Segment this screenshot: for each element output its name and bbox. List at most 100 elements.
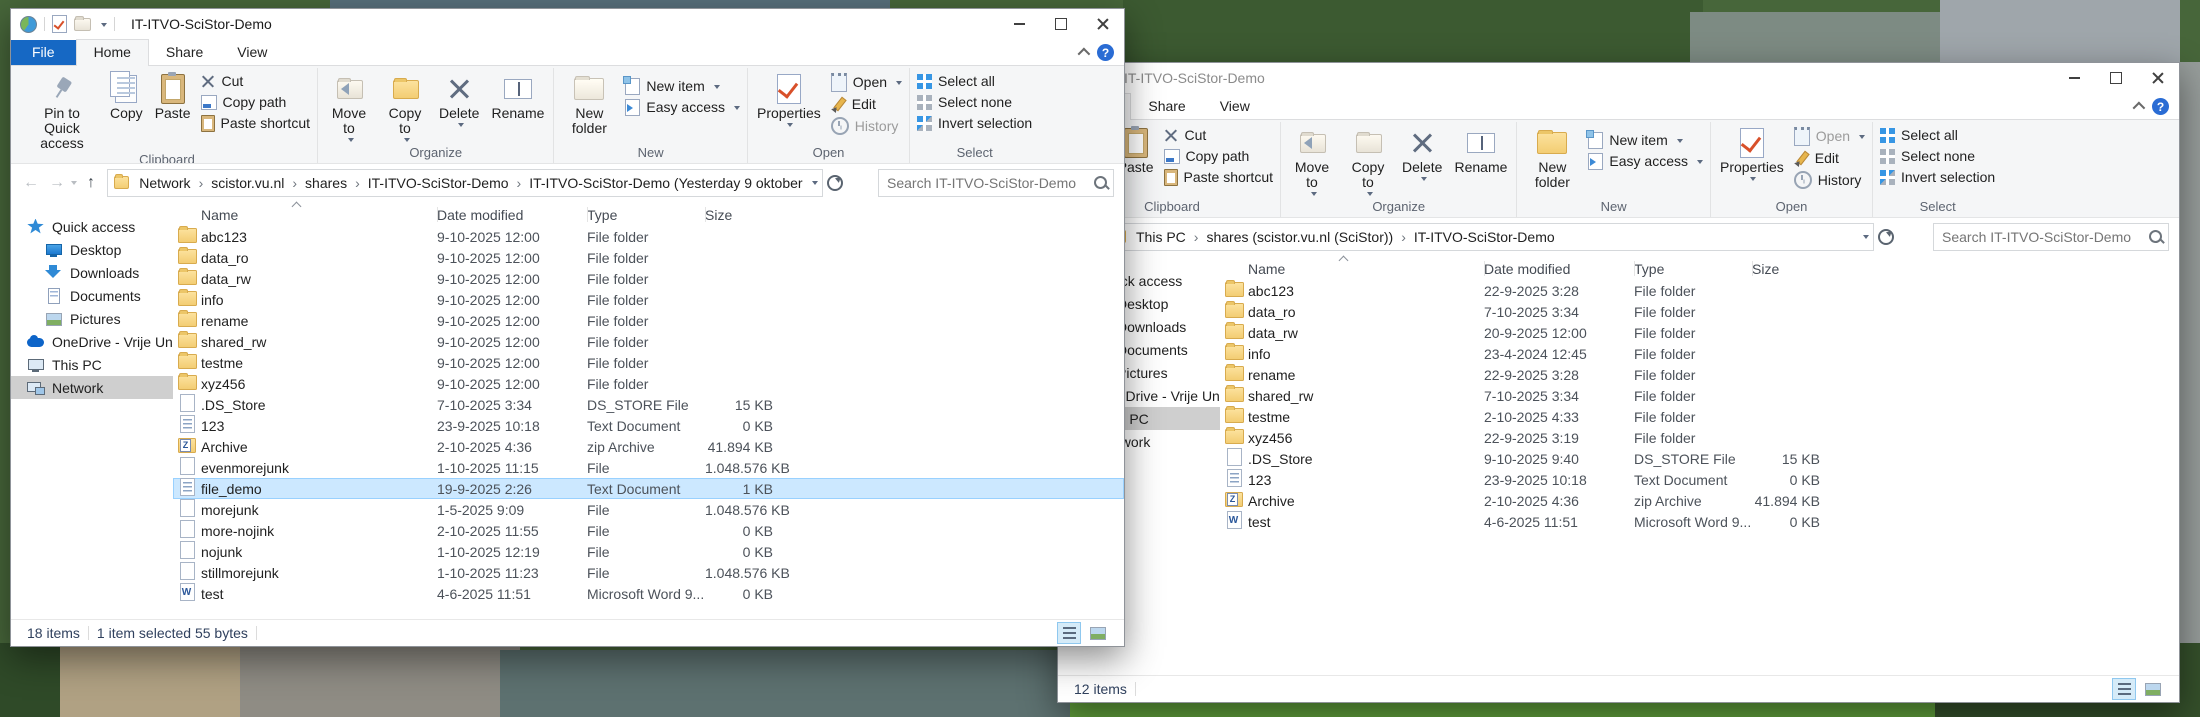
move-to-button[interactable]: Move to <box>321 68 377 143</box>
address-box[interactable]: Networkscistor.vu.nlsharesIT-ITVO-SciSto… <box>107 169 823 197</box>
breadcrumb-segment[interactable]: scistor.vu.nl <box>207 173 301 193</box>
breadcrumb-segment[interactable]: Network <box>135 173 207 193</box>
address-dropdown-chevron-icon[interactable] <box>812 181 818 188</box>
refresh-icon[interactable] <box>1878 229 1894 245</box>
file-row[interactable]: rename 9-10-2025 12:00 File folder <box>173 310 1124 331</box>
edit-button[interactable]: Edit <box>827 94 906 115</box>
select-all-button[interactable]: Select all <box>1876 125 1999 146</box>
select-all-button[interactable]: Select all <box>913 71 1036 92</box>
new-folder-button[interactable]: New folder <box>1520 122 1584 190</box>
easy-access-button[interactable]: Easy access <box>621 97 744 118</box>
back-button[interactable]: ← <box>19 171 43 195</box>
search-icon[interactable] <box>1094 176 1107 189</box>
file-row[interactable]: data_rw 20-9-2025 12:00 File folder <box>1220 322 2179 343</box>
cut-button[interactable]: Cut <box>1160 125 1278 146</box>
file-row[interactable]: testme 9-10-2025 12:00 File folder <box>173 352 1124 373</box>
file-row[interactable]: Archive 2-10-2025 4:36 zip Archive 41.89… <box>173 436 1124 457</box>
file-row[interactable]: more-nojink 2-10-2025 11:55 File 0 KB <box>173 520 1124 541</box>
column-header-name[interactable]: Name <box>1220 257 1484 280</box>
qat-customize-chevron-icon[interactable] <box>101 23 107 30</box>
breadcrumb-segment[interactable]: IT-ITVO-SciStor-Demo (Yesterday 9 oktobe… <box>525 173 806 193</box>
history-button[interactable]: History <box>1790 169 1869 191</box>
paste-shortcut-button[interactable]: Paste shortcut <box>1160 167 1278 188</box>
open-button[interactable]: Open <box>1790 125 1869 148</box>
recent-locations-chevron-icon[interactable] <box>71 181 77 188</box>
paste-shortcut-button[interactable]: Paste shortcut <box>197 113 315 134</box>
titlebar[interactable]: IT-ITVO-SciStor-Demo <box>11 9 1124 39</box>
sidebar-item[interactable]: Documents <box>11 284 173 307</box>
file-row[interactable]: .DS_Store 7-10-2025 3:34 DS_STORE File 1… <box>173 394 1124 415</box>
invert-selection-button[interactable]: Invert selection <box>1876 167 1999 188</box>
address-box[interactable]: This PCshares (scistor.vu.nl (SciStor))I… <box>1102 223 1874 251</box>
file-row[interactable]: stillmorejunk 1-10-2025 11:23 File 1.048… <box>173 562 1124 583</box>
maximize-button[interactable] <box>2095 63 2137 93</box>
sidebar-item[interactable]: Pictures <box>11 307 173 330</box>
file-row[interactable]: testme 2-10-2025 4:33 File folder <box>1220 406 2179 427</box>
refresh-icon[interactable] <box>827 175 843 191</box>
file-row[interactable]: nojunk 1-10-2025 12:19 File 0 KB <box>173 541 1124 562</box>
search-input[interactable] <box>885 174 1090 192</box>
breadcrumb-segment[interactable]: This PC <box>1132 227 1202 247</box>
file-row[interactable]: abc123 9-10-2025 12:00 File folder <box>173 226 1124 247</box>
copy-path-button[interactable]: Copy path <box>197 92 315 113</box>
file-row[interactable]: data_ro 7-10-2025 3:34 File folder <box>1220 301 2179 322</box>
file-row[interactable]: 123 23-9-2025 10:18 Text Document 0 KB <box>173 415 1124 436</box>
tab-view[interactable]: View <box>220 40 284 65</box>
column-header-name[interactable]: Name <box>173 203 437 226</box>
thumbnails-view-button[interactable] <box>2141 678 2165 700</box>
breadcrumb-segment[interactable]: IT-ITVO-SciStor-Demo <box>364 173 525 193</box>
delete-button[interactable]: Delete <box>433 68 485 128</box>
cut-button[interactable]: Cut <box>197 71 315 92</box>
sidebar-item[interactable]: OneDrive - Vrije Univ <box>11 330 173 353</box>
new-folder-quick-icon[interactable] <box>74 18 91 31</box>
file-row[interactable]: 123 23-9-2025 10:18 Text Document 0 KB <box>1220 469 2179 490</box>
file-row[interactable]: abc123 22-9-2025 3:28 File folder <box>1220 280 2179 301</box>
tab-home[interactable]: Home <box>76 39 149 66</box>
new-item-button[interactable]: New item <box>621 76 744 97</box>
copy-button[interactable]: Copy <box>104 68 149 121</box>
file-row[interactable]: test 4-6-2025 11:51 Microsoft Word 9... … <box>1220 511 2179 532</box>
address-dropdown-chevron-icon[interactable] <box>1863 235 1869 242</box>
paste-button[interactable]: Paste <box>149 68 197 121</box>
new-item-button[interactable]: New item <box>1584 130 1707 151</box>
pin-to-quick-access-button[interactable]: Pin to Quick access <box>20 68 104 151</box>
file-row[interactable]: xyz456 9-10-2025 12:00 File folder <box>173 373 1124 394</box>
column-header-size[interactable]: Size <box>705 203 785 226</box>
copy-to-button[interactable]: Copy to <box>377 68 433 143</box>
collapse-ribbon-icon[interactable] <box>2133 102 2146 115</box>
easy-access-button[interactable]: Easy access <box>1584 151 1707 172</box>
new-folder-button[interactable]: New folder <box>557 68 621 136</box>
properties-button[interactable]: Properties <box>751 68 827 128</box>
breadcrumb-segment[interactable]: shares <box>301 173 364 193</box>
details-view-button[interactable] <box>1057 622 1081 644</box>
sidebar-item[interactable]: Downloads <box>11 261 173 284</box>
file-row[interactable]: evenmorejunk 1-10-2025 11:15 File 1.048.… <box>173 457 1124 478</box>
close-button[interactable] <box>1082 9 1124 39</box>
select-none-button[interactable]: Select none <box>1876 146 1999 167</box>
file-row[interactable]: shared_rw 9-10-2025 12:00 File folder <box>173 331 1124 352</box>
search-input[interactable] <box>1940 228 2145 246</box>
copy-path-button[interactable]: Copy path <box>1160 146 1278 167</box>
help-icon[interactable]: ? <box>2152 98 2169 115</box>
tab-share[interactable]: Share <box>1131 94 1202 119</box>
column-header-size[interactable]: Size <box>1752 257 1832 280</box>
maximize-button[interactable] <box>1040 9 1082 39</box>
titlebar[interactable]: IT-ITVO-SciStor-Demo <box>1058 63 2179 93</box>
sidebar-item[interactable]: This PC <box>11 353 173 376</box>
file-row[interactable]: morejunk 1-5-2025 9:09 File 1.048.576 KB <box>173 499 1124 520</box>
sidebar-item[interactable]: Network <box>11 376 173 399</box>
breadcrumb-segment[interactable]: IT-ITVO-SciStor-Demo <box>1410 227 1567 247</box>
file-row[interactable]: info 9-10-2025 12:00 File folder <box>173 289 1124 310</box>
properties-quick-icon[interactable] <box>52 15 67 33</box>
file-row[interactable]: file_demo 19-9-2025 2:26 Text Document 1… <box>173 478 1124 499</box>
sidebar-item[interactable]: Quick access <box>11 215 173 238</box>
collapse-ribbon-icon[interactable] <box>1078 48 1091 61</box>
file-row[interactable]: test 4-6-2025 11:51 Microsoft Word 9... … <box>173 583 1124 604</box>
move-to-button[interactable]: Move to <box>1284 122 1340 197</box>
file-row[interactable]: rename 22-9-2025 3:28 File folder <box>1220 364 2179 385</box>
file-row[interactable]: shared_rw 7-10-2025 3:34 File folder <box>1220 385 2179 406</box>
minimize-button[interactable] <box>2053 63 2095 93</box>
forward-button[interactable]: → <box>45 171 69 195</box>
open-button[interactable]: Open <box>827 71 906 94</box>
sidebar-item[interactable]: Desktop <box>11 238 173 261</box>
